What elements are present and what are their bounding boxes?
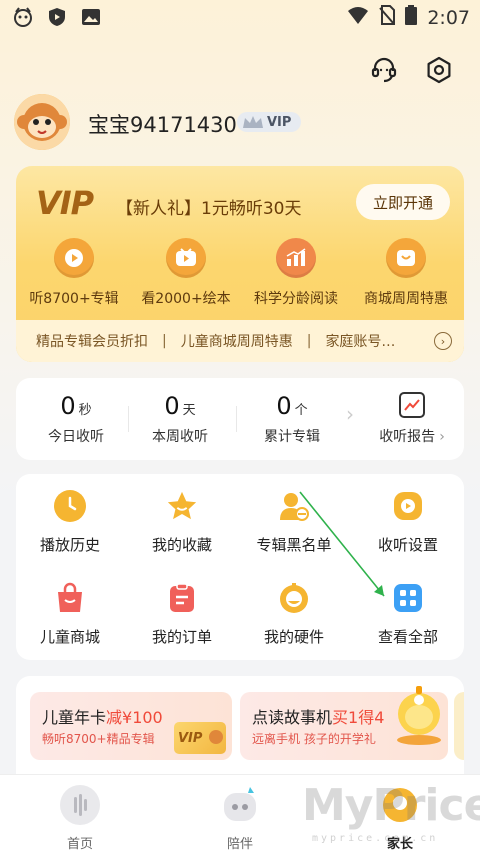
vip-card[interactable]: VIP 【新人礼】1元畅听30天 立即开通 听8700+专辑 看2000+绘本 …	[16, 166, 464, 362]
stat-unit: 个	[294, 403, 308, 418]
function-label: 播放历史	[39, 536, 100, 554]
shield-play-icon	[46, 6, 68, 28]
strip-item: 精品专辑会员折扣	[36, 334, 148, 350]
function-label: 我的收藏	[151, 536, 212, 554]
wifi-icon	[347, 5, 369, 30]
battery-icon	[405, 5, 418, 30]
function-grid: 播放历史 我的收藏 专辑黑名单 收听设置 儿童商城 我的订单 我的硬件 查看全部	[16, 474, 464, 660]
stat-unit: 秒	[78, 403, 92, 418]
shop-icon	[386, 238, 426, 278]
story-machine-promo[interactable]: 点读故事机买1得4 远离手机 孩子的开学礼	[240, 686, 448, 760]
report-label: 收听报告	[379, 429, 436, 445]
story-machine-image	[394, 684, 444, 750]
image-icon	[80, 6, 102, 28]
play-history-button[interactable]: 播放历史	[16, 490, 124, 555]
order-icon	[166, 582, 198, 614]
grid-icon	[392, 582, 424, 614]
stat-label: 今日收听	[48, 429, 104, 445]
open-vip-button[interactable]: 立即开通	[356, 184, 450, 220]
username[interactable]: 宝宝94171430	[88, 109, 237, 139]
function-label: 我的订单	[151, 628, 212, 646]
star-icon	[166, 490, 198, 522]
kids-annual-card-promo[interactable]: 儿童年卡减¥100 畅听8700+精品专辑 VIP	[30, 692, 232, 760]
settings-gear-icon[interactable]	[425, 56, 453, 84]
chart-icon	[276, 238, 316, 278]
promo-highlight: 减¥100	[106, 708, 163, 727]
vip-benefit-shop[interactable]: 商城周周特惠	[350, 238, 462, 308]
function-label: 儿童商城	[39, 628, 100, 646]
stat-unit: 天	[182, 403, 196, 418]
vip-benefit-strip[interactable]: 精品专辑会员折扣 | 儿童商城周周特惠 | 家庭账号…	[16, 320, 464, 362]
listen-settings-icon	[392, 490, 424, 522]
vip-promo-text: 【新人礼】1元畅听30天	[116, 199, 302, 219]
clock-icon	[54, 490, 86, 522]
listening-report-button[interactable]: 收听报告 ›	[360, 392, 464, 446]
chevron-right-circle-icon[interactable]: ›	[434, 332, 452, 350]
companion-icon	[220, 785, 260, 825]
nav-home[interactable]: 首页	[40, 785, 120, 852]
nav-label: 陪伴	[226, 837, 253, 852]
watermark: MyPrice	[302, 780, 480, 831]
vip-benefit-picturebooks[interactable]: 看2000+绘本	[130, 238, 242, 308]
chevron-divider-icon: ›	[346, 402, 354, 426]
nav-label: 首页	[66, 837, 93, 852]
customer-service-icon[interactable]	[370, 56, 398, 84]
crown-icon	[243, 116, 263, 128]
report-icon	[399, 392, 425, 418]
stat-value: 0	[60, 392, 76, 420]
promo-highlight: 买1得4	[332, 708, 385, 727]
promo-section: 儿童年卡减¥100 畅听8700+精品专辑 VIP 点读故事机买1得4 远离手机…	[16, 676, 464, 774]
my-orders-button[interactable]: 我的订单	[128, 582, 236, 647]
stat-week[interactable]: 0天 本周收听	[130, 392, 230, 446]
function-label: 我的硬件	[263, 628, 324, 646]
stat-albums[interactable]: 0个 累计专辑	[242, 392, 342, 446]
benefit-label: 科学分龄阅读	[254, 291, 338, 307]
promo-subtitle: 远离手机 孩子的开学礼	[252, 732, 376, 746]
stat-value: 0	[164, 392, 180, 420]
promo-peek-card	[454, 692, 464, 760]
nav-companion[interactable]: 陪伴	[200, 785, 280, 852]
avatar[interactable]	[14, 94, 70, 150]
strip-item: 儿童商城周周特惠	[180, 334, 293, 350]
promo-title: 儿童年卡	[42, 708, 107, 727]
stat-label: 累计专辑	[264, 429, 320, 445]
no-sim-icon	[379, 5, 396, 30]
clock-time: 2:07	[427, 6, 470, 29]
status-bar: 2:07	[0, 0, 480, 34]
vip-benefit-reading[interactable]: 科学分龄阅读	[240, 238, 352, 308]
svg-text:VIP: VIP	[178, 731, 203, 746]
kids-mall-button[interactable]: 儿童商城	[16, 582, 124, 647]
benefit-label: 商城周周特惠	[364, 291, 448, 307]
listening-stats-card: 0秒 今日收听 0天 本周收听 0个 累计专辑 › 收听报告 ›	[16, 378, 464, 460]
video-icon	[166, 238, 206, 278]
stat-value: 0	[276, 392, 292, 420]
benefit-label: 看2000+绘本	[141, 291, 231, 307]
benefit-label: 听8700+专辑	[29, 291, 119, 307]
vip-card-image: VIP	[174, 722, 226, 754]
vip-benefit-albums[interactable]: 听8700+专辑	[18, 238, 130, 308]
strip-item: 家庭账号…	[325, 334, 396, 350]
home-icon	[60, 785, 100, 825]
play-icon	[54, 238, 94, 278]
favorites-button[interactable]: 我的收藏	[128, 490, 236, 555]
divider	[236, 406, 237, 432]
promo-subtitle: 畅听8700+精品专辑	[42, 732, 155, 746]
annotation-arrow	[299, 491, 385, 597]
app-notification-icon	[12, 6, 34, 28]
vip-badge-label: VIP	[267, 114, 292, 130]
stat-label: 本周收听	[152, 429, 208, 445]
vip-logo: VIP	[36, 184, 94, 222]
divider	[128, 406, 129, 432]
watermark-sub: myprice.com.cn	[312, 833, 439, 844]
function-label: 查看全部	[377, 628, 438, 646]
vip-badge[interactable]: VIP	[237, 112, 301, 132]
promo-title: 点读故事机	[252, 708, 333, 727]
stat-today[interactable]: 0秒 今日收听	[26, 392, 126, 446]
shopping-bag-icon	[54, 582, 86, 614]
